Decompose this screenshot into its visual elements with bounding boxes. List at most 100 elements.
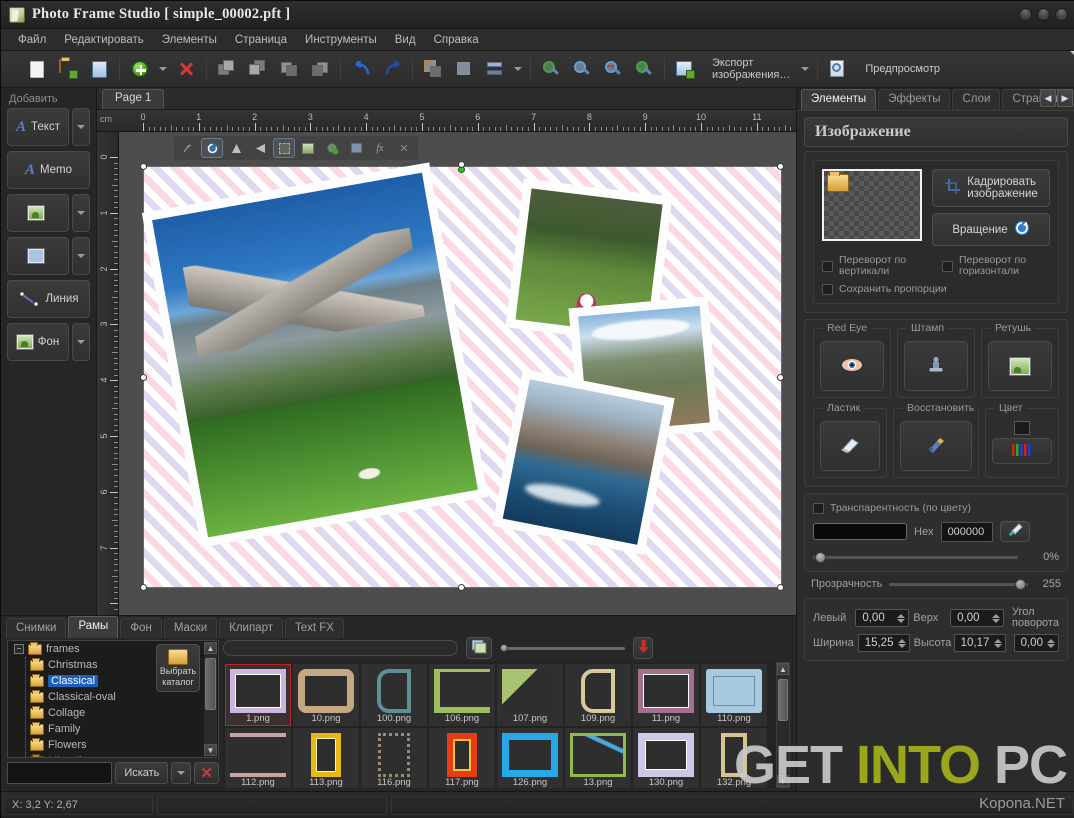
- grid-scrollbar[interactable]: ▲ ▼: [776, 662, 790, 788]
- width-spinner[interactable]: [898, 639, 906, 648]
- close-icon[interactable]: ✕: [393, 138, 415, 158]
- menu-item-help[interactable]: Справка: [425, 31, 488, 49]
- tab-masks[interactable]: Маски: [164, 618, 217, 638]
- bring-forward-button[interactable]: [274, 55, 304, 84]
- search-button[interactable]: Искать: [115, 762, 168, 784]
- view-mode-button[interactable]: [466, 637, 492, 659]
- new-document-button[interactable]: [22, 55, 52, 84]
- open-file-button[interactable]: [53, 55, 83, 84]
- zoom-out-button[interactable]: [598, 55, 628, 84]
- add-image-button[interactable]: [7, 194, 69, 232]
- add-text-button[interactable]: A Текст: [7, 108, 69, 146]
- resize-handle-tr[interactable]: [777, 163, 784, 170]
- rotate-icon[interactable]: [201, 138, 223, 158]
- export-image-button[interactable]: Экспорт изображения…: [701, 55, 797, 84]
- resize-handle-bc[interactable]: [458, 584, 465, 591]
- tab-background[interactable]: Фон: [120, 618, 162, 638]
- transparency-slider[interactable]: [813, 556, 1018, 559]
- save-file-button[interactable]: [84, 55, 114, 84]
- keep-aspect-checkbox-row[interactable]: Сохранить пропорции: [822, 283, 1050, 295]
- flip-horizontal-checkbox-row[interactable]: Переворот по горизонтали: [942, 255, 1050, 277]
- top-input[interactable]: 0,00: [950, 609, 1004, 627]
- minimize-button[interactable]: [1019, 8, 1032, 21]
- add-background-dropdown[interactable]: [72, 323, 90, 361]
- tab-clipart[interactable]: Клипарт: [219, 618, 283, 638]
- delete-element-button[interactable]: [171, 55, 201, 84]
- menu-item-page[interactable]: Страница: [226, 31, 296, 49]
- frame-thumbnail[interactable]: 110.png: [701, 664, 767, 726]
- transparency-slider-knob[interactable]: [815, 552, 826, 563]
- transparency-color-swatch[interactable]: [813, 523, 907, 540]
- color-picker-button[interactable]: [992, 438, 1052, 464]
- tree-node-collage[interactable]: Collage: [8, 705, 218, 721]
- close-button[interactable]: [1055, 8, 1068, 21]
- stamp-button[interactable]: [904, 341, 968, 391]
- resize-handle-tl[interactable]: [140, 163, 147, 170]
- add-background-button[interactable]: Фон: [7, 323, 69, 361]
- grid-scroll-up-icon[interactable]: ▲: [777, 663, 789, 675]
- tab-textfx[interactable]: Text FX: [285, 618, 344, 638]
- transparency-slider-row[interactable]: 0%: [813, 551, 1059, 563]
- rotate-image-button[interactable]: Вращение: [932, 213, 1050, 246]
- clear-x-icon[interactable]: ✕: [194, 762, 219, 784]
- tab-frames[interactable]: Рамы: [68, 616, 118, 638]
- frame-thumbnail[interactable]: 116.png: [361, 728, 427, 788]
- frame-thumbnail[interactable]: 112.png: [225, 728, 291, 788]
- frame-thumbnail[interactable]: 13.png: [565, 728, 631, 788]
- color-swatch[interactable]: [1014, 421, 1030, 435]
- undo-button[interactable]: [346, 55, 376, 84]
- add-memo-button[interactable]: A Memo: [7, 151, 90, 189]
- maximize-button[interactable]: [1037, 8, 1050, 21]
- flip-vertical-icon[interactable]: [225, 138, 247, 158]
- menu-item-elements[interactable]: Элементы: [153, 31, 226, 49]
- frame-thumbnail[interactable]: 113.png: [293, 728, 359, 788]
- grid-scroll-down-icon[interactable]: ▼: [777, 775, 789, 787]
- rotate-free-icon[interactable]: [177, 138, 199, 158]
- effects-icon[interactable]: fx: [369, 138, 391, 158]
- select-icon[interactable]: [273, 138, 295, 158]
- preview-button[interactable]: Предпросмотр: [854, 55, 947, 84]
- add-text-dropdown[interactable]: [72, 108, 90, 146]
- add-shape-button[interactable]: [7, 237, 69, 275]
- add-shape-dropdown[interactable]: [72, 237, 90, 275]
- menu-item-file[interactable]: Файл: [9, 31, 55, 49]
- tab-elements[interactable]: Элементы: [801, 89, 876, 110]
- tab-layers[interactable]: Слои: [952, 89, 1000, 110]
- eyedropper-button[interactable]: [1000, 521, 1030, 542]
- frame-thumbnail[interactable]: 1.png: [225, 664, 291, 726]
- frame-thumbnail[interactable]: 11.png: [633, 664, 699, 726]
- add-line-button[interactable]: Линия: [7, 280, 90, 318]
- photo-stamp-coast[interactable]: [492, 369, 675, 556]
- tree-node-family[interactable]: Family: [8, 721, 218, 737]
- preview-icon[interactable]: [823, 55, 853, 84]
- thumb-size-slider-row[interactable]: [500, 647, 625, 650]
- hex-input[interactable]: 000000: [941, 522, 993, 542]
- redo-button[interactable]: [377, 55, 407, 84]
- distribute-button[interactable]: [480, 55, 510, 84]
- tree-scrollbar[interactable]: ▲ ▼: [204, 642, 217, 756]
- eraser-button[interactable]: [820, 421, 880, 471]
- frame-thumbnail[interactable]: 10.png: [293, 664, 359, 726]
- height-spinner[interactable]: [994, 639, 1002, 648]
- canvas-area[interactable]: fx ✕: [119, 132, 796, 615]
- fill-icon[interactable]: [345, 138, 367, 158]
- frame-thumbnail[interactable]: 130.png: [633, 728, 699, 788]
- thumbnail-grid[interactable]: 1.png10.png100.png106.png107.png109.png1…: [223, 662, 776, 788]
- opacity-slider-knob[interactable]: [1015, 579, 1026, 590]
- grid-scroll-thumb[interactable]: [778, 679, 788, 721]
- tree-node-flowers[interactable]: Flowers: [8, 737, 218, 753]
- red-eye-button[interactable]: [820, 341, 884, 391]
- scroll-up-icon[interactable]: ▲: [204, 642, 217, 654]
- transparency-checkbox[interactable]: [813, 503, 824, 514]
- tab-effects[interactable]: Эффекты: [878, 89, 950, 110]
- export-image-icon[interactable]: [670, 55, 700, 84]
- group-button[interactable]: [418, 55, 448, 84]
- photo-stamp-mountain[interactable]: [142, 162, 489, 548]
- zoom-100-button[interactable]: [567, 55, 597, 84]
- scroll-down-icon[interactable]: ▼: [204, 744, 217, 756]
- frame-thumbnail[interactable]: 126.png: [497, 728, 563, 788]
- tree-expander-icon[interactable]: −: [14, 644, 24, 654]
- search-dropdown[interactable]: [171, 762, 191, 784]
- flip-horizontal-checkbox[interactable]: [942, 261, 953, 272]
- resize-handle-tc[interactable]: [458, 161, 465, 168]
